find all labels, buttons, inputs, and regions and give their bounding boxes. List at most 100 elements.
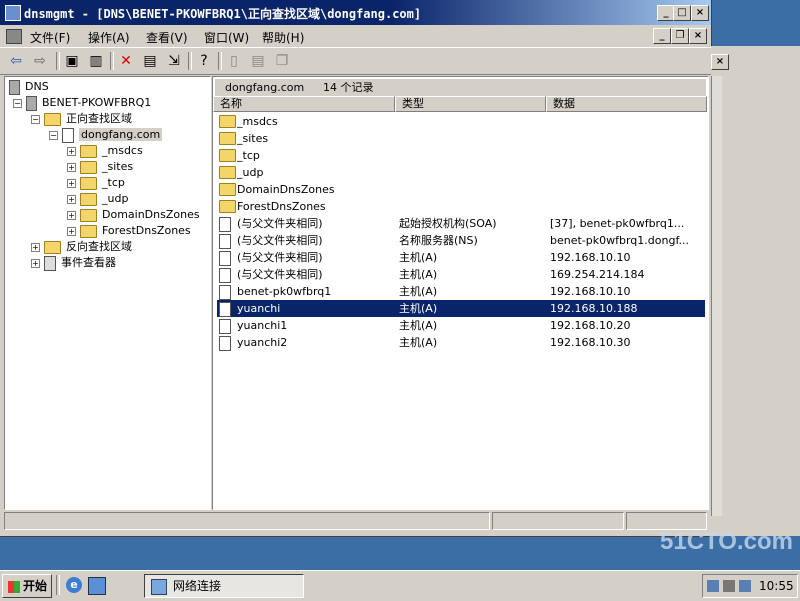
record-row[interactable]: benet-pk0wfbrq1 主机(A) 192.168.10.10 bbox=[217, 283, 705, 300]
expand-icon[interactable]: + bbox=[67, 210, 76, 220]
tree-forward-zones[interactable]: − 正向查找区域 bbox=[31, 111, 132, 127]
record-row[interactable]: _sites bbox=[217, 130, 705, 147]
title-bar[interactable]: dnsmgmt - [DNS\BENET-PKOWFBRQ1\正向查找区域\do… bbox=[0, 0, 711, 25]
server-icon bbox=[26, 95, 37, 111]
tree-subzone[interactable]: + _sites bbox=[67, 159, 133, 175]
export-icon[interactable]: ⇲ bbox=[164, 51, 184, 71]
tree-subzone[interactable]: + _udp bbox=[67, 191, 128, 207]
background-scrollbar[interactable] bbox=[711, 76, 722, 516]
record-icon bbox=[219, 251, 231, 266]
show-desktop-icon[interactable] bbox=[88, 577, 106, 595]
record-row[interactable]: ForestDnsZones bbox=[217, 198, 705, 215]
copy-icon[interactable]: ❐ bbox=[272, 51, 292, 71]
tray-network2-icon[interactable] bbox=[739, 580, 751, 592]
record-name: _sites bbox=[237, 132, 269, 145]
event-viewer-icon bbox=[44, 255, 56, 271]
record-row[interactable]: yuanchi1 主机(A) 192.168.10.20 bbox=[217, 317, 705, 334]
child-close-button[interactable]: × bbox=[689, 28, 707, 44]
tree-label: dongfang.com bbox=[79, 128, 163, 141]
record-data: benet-pk0wfbrq1.dongf... bbox=[550, 234, 690, 247]
clock[interactable]: 10:55 bbox=[759, 579, 794, 593]
console-tree[interactable]: DNS − BENET-PKOWFBRQ1 − 正向查找区域 − dongfang.c… bbox=[4, 76, 211, 510]
column-data[interactable]: 数据 bbox=[546, 96, 707, 112]
expand-icon[interactable]: + bbox=[67, 226, 76, 236]
taskbar-item-network[interactable]: 网络连接 bbox=[144, 574, 304, 598]
window-title: dnsmgmt - [DNS\BENET-PKOWFBRQ1\正向查找区域\do… bbox=[24, 7, 422, 21]
collapse-icon[interactable]: − bbox=[31, 114, 40, 124]
menu-file[interactable]: 文件(F) bbox=[30, 29, 70, 46]
properties-icon[interactable]: ▤ bbox=[140, 51, 160, 71]
back-arrow-icon[interactable]: ⇦ bbox=[6, 51, 26, 71]
record-data: 192.168.10.188 bbox=[550, 302, 638, 315]
menu-window[interactable]: 窗口(W) bbox=[204, 29, 249, 46]
record-data: 169.254.214.184 bbox=[550, 268, 645, 281]
child-restore-button[interactable]: ❐ bbox=[671, 28, 689, 44]
status-bar bbox=[4, 512, 707, 530]
maximize-button[interactable]: □ bbox=[673, 5, 691, 21]
mmc-window: dnsmgmt - [DNS\BENET-PKOWFBRQ1\正向查找区域\do… bbox=[0, 0, 712, 537]
close-button[interactable]: × bbox=[691, 5, 709, 21]
record-row[interactable]: _tcp bbox=[217, 147, 705, 164]
child-minimize-button[interactable]: _ bbox=[653, 28, 671, 44]
record-name: (与父文件夹相同) bbox=[237, 217, 323, 230]
record-row[interactable]: yuanchi 主机(A) 192.168.10.188 bbox=[217, 300, 705, 317]
folder-icon bbox=[80, 224, 97, 238]
show-tree-icon[interactable]: ▥ bbox=[86, 51, 106, 71]
record-icon[interactable]: ▯ bbox=[224, 51, 244, 71]
record-type: 主机(A) bbox=[399, 302, 438, 315]
up-folder-icon[interactable]: ▣ bbox=[62, 51, 82, 71]
record-row[interactable]: _msdcs bbox=[217, 113, 705, 130]
collapse-icon[interactable]: − bbox=[13, 98, 22, 108]
tray-speaker-icon[interactable] bbox=[723, 580, 735, 592]
tray-network-icon[interactable] bbox=[707, 580, 719, 592]
tree-reverse-zones[interactable]: + 反向查找区域 bbox=[31, 239, 132, 255]
tree-subzone[interactable]: + _tcp bbox=[67, 175, 125, 191]
forward-arrow-icon[interactable]: ⇨ bbox=[30, 51, 50, 71]
record-row[interactable]: yuanchi2 主机(A) 192.168.10.30 bbox=[217, 334, 705, 351]
record-row[interactable]: (与父文件夹相同) 名称服务器(NS) benet-pk0wfbrq1.dongf.… bbox=[217, 232, 705, 249]
record-row[interactable]: DomainDnsZones bbox=[217, 181, 705, 198]
expand-icon[interactable]: + bbox=[67, 178, 76, 188]
folder-icon bbox=[44, 112, 61, 126]
column-type[interactable]: 类型 bbox=[395, 96, 546, 112]
ie-icon[interactable]: e bbox=[66, 577, 82, 593]
tree-dns-root[interactable]: DNS bbox=[9, 79, 49, 95]
menu-action[interactable]: 操作(A) bbox=[88, 29, 130, 46]
record-name: _tcp bbox=[237, 149, 260, 162]
list-icon[interactable]: ▤ bbox=[248, 51, 268, 71]
pane-header: dongfang.com 14 个记录 bbox=[215, 79, 706, 97]
tree-subzone[interactable]: + _msdcs bbox=[67, 143, 143, 159]
expand-icon[interactable]: + bbox=[31, 258, 40, 268]
start-button[interactable]: 开始 bbox=[2, 574, 52, 598]
column-name[interactable]: 名称 bbox=[213, 96, 395, 112]
record-data: 192.168.10.30 bbox=[550, 336, 631, 349]
toolbar-separator bbox=[188, 52, 192, 70]
expand-icon[interactable]: + bbox=[67, 146, 76, 156]
status-panel bbox=[492, 512, 624, 530]
tree-server[interactable]: − BENET-PKOWFBRQ1 bbox=[13, 95, 151, 111]
status-panel bbox=[4, 512, 490, 530]
tree-event-viewer[interactable]: + 事件查看器 bbox=[31, 255, 116, 271]
menu-view[interactable]: 查看(V) bbox=[146, 29, 188, 46]
record-row[interactable]: (与父文件夹相同) 主机(A) 169.254.214.184 bbox=[217, 266, 705, 283]
expand-icon[interactable]: + bbox=[67, 194, 76, 204]
help-icon[interactable]: ? bbox=[194, 51, 214, 71]
menu-help[interactable]: 帮助(H) bbox=[262, 29, 304, 46]
details-pane: dongfang.com 14 个记录 名称 类型 数据 _msdcs _site… bbox=[212, 76, 709, 510]
collapse-icon[interactable]: − bbox=[49, 130, 58, 140]
record-row[interactable]: (与父文件夹相同) 起始授权机构(SOA) [37], benet-pk0wfbrq… bbox=[217, 215, 705, 232]
background-close-button[interactable]: × bbox=[711, 54, 729, 70]
tree-zone-dongfang[interactable]: − dongfang.com bbox=[49, 127, 163, 143]
delete-icon[interactable]: ✕ bbox=[116, 51, 136, 71]
expand-icon[interactable]: + bbox=[31, 242, 40, 252]
tree-subzone[interactable]: + DomainDnsZones bbox=[67, 207, 200, 223]
folder-icon bbox=[219, 200, 236, 213]
record-row[interactable]: _udp bbox=[217, 164, 705, 181]
expand-icon[interactable]: + bbox=[67, 162, 76, 172]
record-row[interactable]: (与父文件夹相同) 主机(A) 192.168.10.10 bbox=[217, 249, 705, 266]
record-type: 主机(A) bbox=[399, 285, 438, 298]
tree-subzone[interactable]: + ForestDnsZones bbox=[67, 223, 191, 239]
record-data: [37], benet-pk0wfbrq1... bbox=[550, 217, 685, 230]
tree-label: 正向查找区域 bbox=[66, 112, 132, 125]
taskbar-item-label: 网络连接 bbox=[173, 579, 222, 593]
